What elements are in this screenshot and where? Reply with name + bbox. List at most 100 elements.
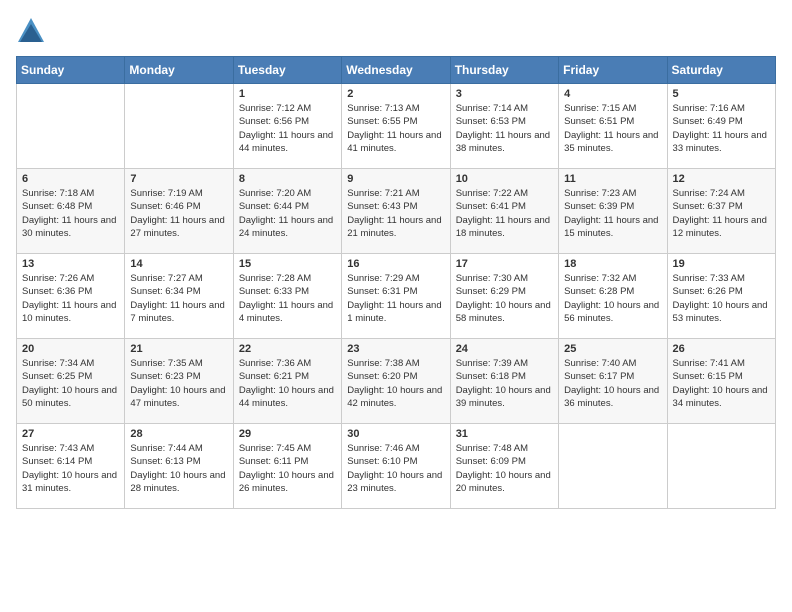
col-header-tuesday: Tuesday [233, 57, 341, 84]
day-number: 24 [456, 343, 553, 355]
day-info: Sunrise: 7:36 AM Sunset: 6:21 PM Dayligh… [239, 357, 336, 410]
col-header-thursday: Thursday [450, 57, 558, 84]
day-number: 29 [239, 428, 336, 440]
col-header-friday: Friday [559, 57, 667, 84]
day-number: 10 [456, 173, 553, 185]
day-cell: 31 Sunrise: 7:48 AM Sunset: 6:09 PM Dayli… [450, 424, 558, 509]
day-cell: 18 Sunrise: 7:32 AM Sunset: 6:28 PM Dayli… [559, 254, 667, 339]
day-cell: 2Sunrise: 7:13 AM Sunset: 6:55 PM Daylig… [342, 84, 450, 169]
day-number: 7 [130, 173, 227, 185]
col-header-wednesday: Wednesday [342, 57, 450, 84]
week-row-4: 20 Sunrise: 7:34 AM Sunset: 6:25 PM Dayli… [17, 339, 776, 424]
day-cell: 21 Sunrise: 7:35 AM Sunset: 6:23 PM Dayli… [125, 339, 233, 424]
day-number: 9 [347, 173, 444, 185]
day-number: 22 [239, 343, 336, 355]
day-cell: 13 Sunrise: 7:26 AM Sunset: 6:36 PM Dayli… [17, 254, 125, 339]
day-number: 11 [564, 173, 661, 185]
day-cell: 30Sunrise: 7:46 AM Sunset: 6:10 PM Dayli… [342, 424, 450, 509]
day-info: Sunrise: 7:13 AM Sunset: 6:55 PM Dayligh… [347, 102, 444, 155]
day-info: Sunrise: 7:26 AM Sunset: 6:36 PM Dayligh… [22, 272, 119, 325]
day-number: 1 [239, 88, 336, 100]
day-number: 4 [564, 88, 661, 100]
logo [16, 16, 50, 46]
day-cell: 26 Sunrise: 7:41 AM Sunset: 6:15 PM Dayli… [667, 339, 775, 424]
day-cell: 1 Sunrise: 7:12 AM Sunset: 6:56 PM Daylig… [233, 84, 341, 169]
day-number: 3 [456, 88, 553, 100]
day-info: Sunrise: 7:20 AM Sunset: 6:44 PM Dayligh… [239, 187, 336, 240]
day-info: Sunrise: 7:23 AM Sunset: 6:39 PM Dayligh… [564, 187, 661, 240]
day-cell: 23 Sunrise: 7:38 AM Sunset: 6:20 PM Dayli… [342, 339, 450, 424]
day-cell: 10 Sunrise: 7:22 AM Sunset: 6:41 PM Dayli… [450, 169, 558, 254]
day-info: Sunrise: 7:41 AM Sunset: 6:15 PM Dayligh… [673, 357, 770, 410]
day-cell [559, 424, 667, 509]
day-number: 8 [239, 173, 336, 185]
calendar-table: SundayMondayTuesdayWednesdayThursdayFrid… [16, 56, 776, 509]
day-info: Sunrise: 7:32 AM Sunset: 6:28 PM Dayligh… [564, 272, 661, 325]
day-number: 20 [22, 343, 119, 355]
day-cell: 29 Sunrise: 7:45 AM Sunset: 6:11 PM Dayli… [233, 424, 341, 509]
day-number: 19 [673, 258, 770, 270]
day-info: Sunrise: 7:40 AM Sunset: 6:17 PM Dayligh… [564, 357, 661, 410]
day-info: Sunrise: 7:33 AM Sunset: 6:26 PM Dayligh… [673, 272, 770, 325]
day-cell: 4 Sunrise: 7:15 AM Sunset: 6:51 PM Daylig… [559, 84, 667, 169]
day-cell: 15Sunrise: 7:28 AM Sunset: 6:33 PM Dayli… [233, 254, 341, 339]
week-row-1: 1 Sunrise: 7:12 AM Sunset: 6:56 PM Daylig… [17, 84, 776, 169]
day-cell: 3 Sunrise: 7:14 AM Sunset: 6:53 PM Daylig… [450, 84, 558, 169]
day-cell: 22 Sunrise: 7:36 AM Sunset: 6:21 PM Dayli… [233, 339, 341, 424]
day-cell: 6 Sunrise: 7:18 AM Sunset: 6:48 PM Daylig… [17, 169, 125, 254]
day-cell [667, 424, 775, 509]
day-cell: 8 Sunrise: 7:20 AM Sunset: 6:44 PM Daylig… [233, 169, 341, 254]
day-cell: 14Sunrise: 7:27 AM Sunset: 6:34 PM Dayli… [125, 254, 233, 339]
day-cell: 12 Sunrise: 7:24 AM Sunset: 6:37 PM Dayli… [667, 169, 775, 254]
day-number: 23 [347, 343, 444, 355]
day-info: Sunrise: 7:39 AM Sunset: 6:18 PM Dayligh… [456, 357, 553, 410]
col-header-saturday: Saturday [667, 57, 775, 84]
page-header [16, 16, 776, 46]
day-number: 26 [673, 343, 770, 355]
day-cell: 28Sunrise: 7:44 AM Sunset: 6:13 PM Dayli… [125, 424, 233, 509]
col-header-monday: Monday [125, 57, 233, 84]
day-info: Sunrise: 7:43 AM Sunset: 6:14 PM Dayligh… [22, 442, 119, 495]
header-row: SundayMondayTuesdayWednesdayThursdayFrid… [17, 57, 776, 84]
day-number: 21 [130, 343, 227, 355]
day-cell: 20 Sunrise: 7:34 AM Sunset: 6:25 PM Dayli… [17, 339, 125, 424]
day-number: 18 [564, 258, 661, 270]
day-info: Sunrise: 7:30 AM Sunset: 6:29 PM Dayligh… [456, 272, 553, 325]
logo-icon [16, 16, 46, 46]
day-number: 6 [22, 173, 119, 185]
week-row-5: 27Sunrise: 7:43 AM Sunset: 6:14 PM Dayli… [17, 424, 776, 509]
day-number: 16 [347, 258, 444, 270]
day-number: 31 [456, 428, 553, 440]
day-info: Sunrise: 7:22 AM Sunset: 6:41 PM Dayligh… [456, 187, 553, 240]
day-info: Sunrise: 7:38 AM Sunset: 6:20 PM Dayligh… [347, 357, 444, 410]
day-info: Sunrise: 7:24 AM Sunset: 6:37 PM Dayligh… [673, 187, 770, 240]
day-number: 5 [673, 88, 770, 100]
day-info: Sunrise: 7:35 AM Sunset: 6:23 PM Dayligh… [130, 357, 227, 410]
day-info: Sunrise: 7:19 AM Sunset: 6:46 PM Dayligh… [130, 187, 227, 240]
day-info: Sunrise: 7:48 AM Sunset: 6:09 PM Dayligh… [456, 442, 553, 495]
day-cell: 11 Sunrise: 7:23 AM Sunset: 6:39 PM Dayli… [559, 169, 667, 254]
day-cell: 5Sunrise: 7:16 AM Sunset: 6:49 PM Daylig… [667, 84, 775, 169]
day-info: Sunrise: 7:14 AM Sunset: 6:53 PM Dayligh… [456, 102, 553, 155]
day-info: Sunrise: 7:18 AM Sunset: 6:48 PM Dayligh… [22, 187, 119, 240]
day-cell: 19 Sunrise: 7:33 AM Sunset: 6:26 PM Dayli… [667, 254, 775, 339]
day-cell: 24 Sunrise: 7:39 AM Sunset: 6:18 PM Dayli… [450, 339, 558, 424]
day-info: Sunrise: 7:45 AM Sunset: 6:11 PM Dayligh… [239, 442, 336, 495]
day-number: 13 [22, 258, 119, 270]
week-row-3: 13 Sunrise: 7:26 AM Sunset: 6:36 PM Dayli… [17, 254, 776, 339]
day-info: Sunrise: 7:12 AM Sunset: 6:56 PM Dayligh… [239, 102, 336, 155]
day-cell: 7 Sunrise: 7:19 AM Sunset: 6:46 PM Daylig… [125, 169, 233, 254]
day-info: Sunrise: 7:27 AM Sunset: 6:34 PM Dayligh… [130, 272, 227, 325]
col-header-sunday: Sunday [17, 57, 125, 84]
week-row-2: 6 Sunrise: 7:18 AM Sunset: 6:48 PM Daylig… [17, 169, 776, 254]
day-cell [125, 84, 233, 169]
day-cell: 17Sunrise: 7:30 AM Sunset: 6:29 PM Dayli… [450, 254, 558, 339]
day-cell: 25 Sunrise: 7:40 AM Sunset: 6:17 PM Dayli… [559, 339, 667, 424]
day-info: Sunrise: 7:34 AM Sunset: 6:25 PM Dayligh… [22, 357, 119, 410]
day-number: 12 [673, 173, 770, 185]
day-cell [17, 84, 125, 169]
day-info: Sunrise: 7:29 AM Sunset: 6:31 PM Dayligh… [347, 272, 444, 325]
day-number: 25 [564, 343, 661, 355]
day-info: Sunrise: 7:46 AM Sunset: 6:10 PM Dayligh… [347, 442, 444, 495]
day-info: Sunrise: 7:15 AM Sunset: 6:51 PM Dayligh… [564, 102, 661, 155]
